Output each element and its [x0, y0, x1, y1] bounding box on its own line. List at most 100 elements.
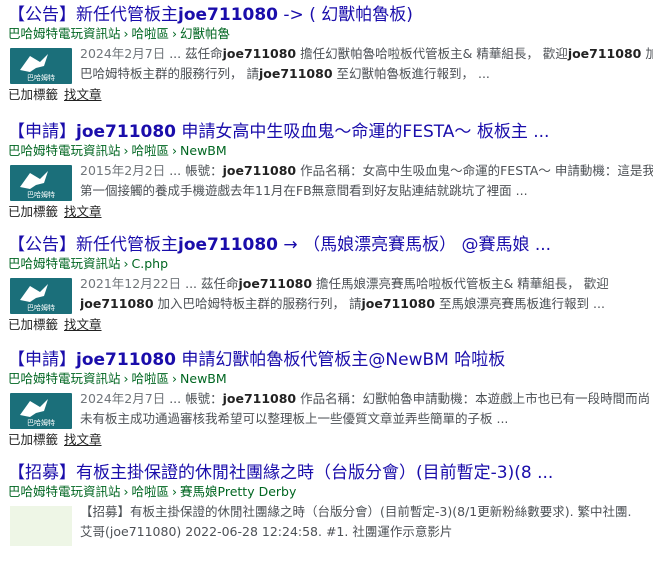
snippet-username: joe711080 — [80, 296, 154, 311]
tagged-label: 已加標籤 — [8, 87, 59, 102]
breadcrumb: 巴哈姆特電玩資訊站 › 哈啦區 › NewBM — [8, 143, 227, 159]
result-title-link[interactable]: 【招募】有板主掛保證的休閒社團緣之時（台版分會）(目前暫定-3)(8 ... — [8, 462, 553, 484]
breadcrumb-item[interactable]: 哈啦區 — [132, 371, 170, 386]
breadcrumb-item[interactable]: 賽馬娘Pretty Derby — [180, 484, 296, 499]
find-articles-link[interactable]: 找文章 — [64, 317, 102, 332]
snippet-username: joe711080 — [222, 391, 297, 406]
snippet-username: joe711080 — [222, 163, 297, 178]
snippet-text: 艾哥(joe711080) 2022-06-28 12:24:58. #1. 社… — [80, 524, 453, 539]
breadcrumb-item[interactable]: 哈啦區 — [132, 143, 170, 158]
snippet-text: ... 帳號： — [165, 163, 223, 178]
snippet-text: 加入 — [645, 46, 653, 61]
snippet-line: 【招募】有板主掛保證的休閒社團緣之時（台版分會）(目前暫定-3)(8/1更新粉絲… — [80, 502, 653, 522]
breadcrumb-separator: › — [123, 143, 129, 158]
result-snippet: 2024年2月7日 ... 茲任命 joe711080 擔任幻獸帕魯哈啦板代管板主… — [80, 44, 653, 84]
snippet-text: 【招募】有板主掛保證的休閒社團緣之時（台版分會）(目前暫定-3)(8/1更新粉絲… — [80, 504, 632, 519]
logo-text: 巴哈姆特 — [27, 303, 55, 312]
snippet-text: 擔任幻獸帕魯哈啦板代管板主& 精華組長， 歡迎 — [296, 46, 568, 61]
result-title-link[interactable]: 【公告】新任代管板主joe711080 → （馬娘漂亮賽馬板） @賽馬娘 ... — [8, 234, 551, 256]
logo-text: 巴哈姆特 — [27, 73, 55, 82]
breadcrumb-item[interactable]: 幻獸帕魯 — [180, 26, 230, 41]
breadcrumb: 巴哈姆特電玩資訊站 › 哈啦區 › 賽馬娘Pretty Derby — [8, 484, 296, 500]
title-text-rest: 申請女高中生吸血鬼～命運的FESTA～ 板板主 ... — [176, 122, 550, 142]
result-snippet: 2024年2月7日 ... 帳號：joe711080 作品名稱：幻獸帕魯申請動機… — [80, 389, 653, 429]
snippet-username: joe711080 — [567, 46, 642, 61]
search-result: 【招募】有板主掛保證的休閒社團緣之時（台版分會）(目前暫定-3)(8 ... 巴哈… — [0, 462, 661, 572]
title-text: 【公告】新任代管板主 — [8, 5, 178, 25]
breadcrumb: 巴哈姆特電玩資訊站 › 哈啦區 › NewBM — [8, 371, 227, 387]
tag-line: 已加標籤 找文章 — [8, 204, 102, 220]
snippet-username: joe711080 — [258, 66, 333, 81]
tag-line: 已加標籤 找文章 — [8, 317, 102, 333]
logo-text: 巴哈姆特 — [27, 190, 55, 199]
result-title-link[interactable]: 【公告】新任代管板主joe711080 -> ( 幻獸帕魯板) — [8, 4, 413, 26]
title-text-rest: → （馬娘漂亮賽馬板） @賽馬娘 ... — [278, 235, 552, 255]
snippet-text: 至馬娘漂亮賽馬板進行報到 ... — [435, 296, 605, 311]
breadcrumb-separator: › — [172, 484, 178, 499]
result-title-link[interactable]: 【申請】joe711080 申請女高中生吸血鬼～命運的FESTA～ 板板主 ..… — [8, 121, 549, 143]
title-username: joe711080 — [76, 350, 177, 370]
tagged-label: 已加標籤 — [8, 432, 59, 447]
title-text: 【申請】 — [8, 122, 76, 142]
breadcrumb-separator: › — [172, 371, 178, 386]
title-username: joe711080 — [178, 5, 279, 25]
snippet-text: 第一個接觸的養成手機遊戲去年11月在FB無意間看到好友貼連結就跳坑了裡面 ... — [80, 183, 528, 198]
tag-line: 已加標籤 找文章 — [8, 432, 102, 448]
snippet-line: 2024年2月7日 ... 帳號：joe711080 作品名稱：幻獸帕魯申請動機… — [80, 389, 653, 409]
breadcrumb-item[interactable]: 巴哈姆特電玩資訊站 — [8, 484, 121, 499]
breadcrumb-separator: › — [172, 26, 178, 41]
breadcrumb-item[interactable]: 哈啦區 — [132, 26, 170, 41]
site-logo-thumbnail: 巴哈姆特 — [10, 278, 72, 314]
breadcrumb-item[interactable]: NewBM — [180, 143, 227, 158]
snippet-text: 加入巴哈姆特板主群的服務行列， 請 — [153, 296, 362, 311]
result-snippet: 2015年2月2日 ... 帳號：joe711080 作品名稱：女高中生吸血鬼～… — [80, 161, 653, 201]
snippet-username: joe711080 — [361, 296, 436, 311]
result-title-link[interactable]: 【申請】joe711080 申請幻獸帕魯板代管板主@NewBM 哈啦板 — [8, 349, 505, 371]
title-text: 【公告】新任代管板主 — [8, 235, 178, 255]
search-result: 【公告】新任代管板主joe711080 -> ( 幻獸帕魯板) 巴哈姆特電玩資訊站… — [0, 4, 661, 114]
snippet-line: joe711080 加入巴哈姆特板主群的服務行列， 請joe711080 至馬娘… — [80, 294, 653, 314]
find-articles-link[interactable]: 找文章 — [64, 87, 102, 102]
breadcrumb-item[interactable]: 巴哈姆特電玩資訊站 — [8, 143, 121, 158]
tagged-label: 已加標籤 — [8, 204, 59, 219]
snippet-date: 2015年2月2日 — [80, 163, 166, 178]
snippet-username: joe711080 — [238, 276, 313, 291]
snippet-line: 2021年12月22日 ... 茲任命joe711080 擔任馬娘漂亮賽馬哈啦板… — [80, 274, 653, 294]
snippet-text: ... 茲任命 — [181, 276, 239, 291]
breadcrumb-item[interactable]: 哈啦區 — [132, 484, 170, 499]
find-articles-link[interactable]: 找文章 — [64, 432, 102, 447]
breadcrumb-item[interactable]: C.php — [132, 256, 169, 271]
breadcrumb: 巴哈姆特電玩資訊站 › 哈啦區 › 幻獸帕魯 — [8, 26, 230, 42]
snippet-line: 第一個接觸的養成手機遊戲去年11月在FB無意間看到好友貼連結就跳坑了裡面 ... — [80, 181, 653, 201]
result-snippet: 2021年12月22日 ... 茲任命joe711080 擔任馬娘漂亮賽馬哈啦板… — [80, 274, 653, 314]
breadcrumb-item[interactable]: 巴哈姆特電玩資訊站 — [8, 371, 121, 386]
tag-line: 已加標籤 找文章 — [8, 87, 102, 103]
breadcrumb-separator: › — [172, 143, 178, 158]
snippet-line: 2024年2月7日 ... 茲任命 joe711080 擔任幻獸帕魯哈啦板代管板主… — [80, 44, 653, 64]
snippet-line: 巴哈姆特板主群的服務行列， 請joe711080 至幻獸帕魯板進行報到， ... — [80, 64, 653, 84]
snippet-line: 2015年2月2日 ... 帳號：joe711080 作品名稱：女高中生吸血鬼～… — [80, 161, 653, 181]
snippet-date: 2024年2月7日 — [80, 391, 166, 406]
snippet-text: 擔任馬娘漂亮賽馬哈啦板代管板主& 精華組長， 歡迎 — [312, 276, 609, 291]
title-username: joe711080 — [178, 235, 279, 255]
find-articles-link[interactable]: 找文章 — [64, 204, 102, 219]
snippet-text: ... 茲任命 — [165, 46, 223, 61]
breadcrumb-item[interactable]: 巴哈姆特電玩資訊站 — [8, 256, 121, 271]
snippet-line: 未有板主成功通過審核我希望可以整理板上一些優質文章並弄些簡單的子板 ... — [80, 409, 653, 429]
breadcrumb-item[interactable]: NewBM — [180, 371, 227, 386]
title-text: 【申請】 — [8, 350, 76, 370]
search-result: 【申請】joe711080 申請幻獸帕魯板代管板主@NewBM 哈啦板 巴哈姆特電… — [0, 349, 661, 459]
snippet-date: 2024年2月7日 — [80, 46, 166, 61]
breadcrumb-separator: › — [123, 256, 129, 271]
snippet-text: 至幻獸帕魯板進行報到， ... — [332, 66, 490, 81]
tagged-label: 已加標籤 — [8, 317, 59, 332]
site-logo-thumbnail: 巴哈姆特 — [10, 393, 72, 429]
breadcrumb-item[interactable]: 巴哈姆特電玩資訊站 — [8, 26, 121, 41]
result-thumbnail-image — [10, 506, 72, 546]
result-snippet: 【招募】有板主掛保證的休閒社團緣之時（台版分會）(目前暫定-3)(8/1更新粉絲… — [80, 502, 653, 542]
snippet-text: 巴哈姆特板主群的服務行列， 請 — [80, 66, 259, 81]
snippet-text: 作品名稱：幻獸帕魯申請動機：本遊戲上市也已有一段時間而尚 — [296, 391, 651, 406]
breadcrumb-separator: › — [123, 371, 129, 386]
breadcrumb-separator: › — [123, 484, 129, 499]
snippet-line: 艾哥(joe711080) 2022-06-28 12:24:58. #1. 社… — [80, 522, 653, 542]
